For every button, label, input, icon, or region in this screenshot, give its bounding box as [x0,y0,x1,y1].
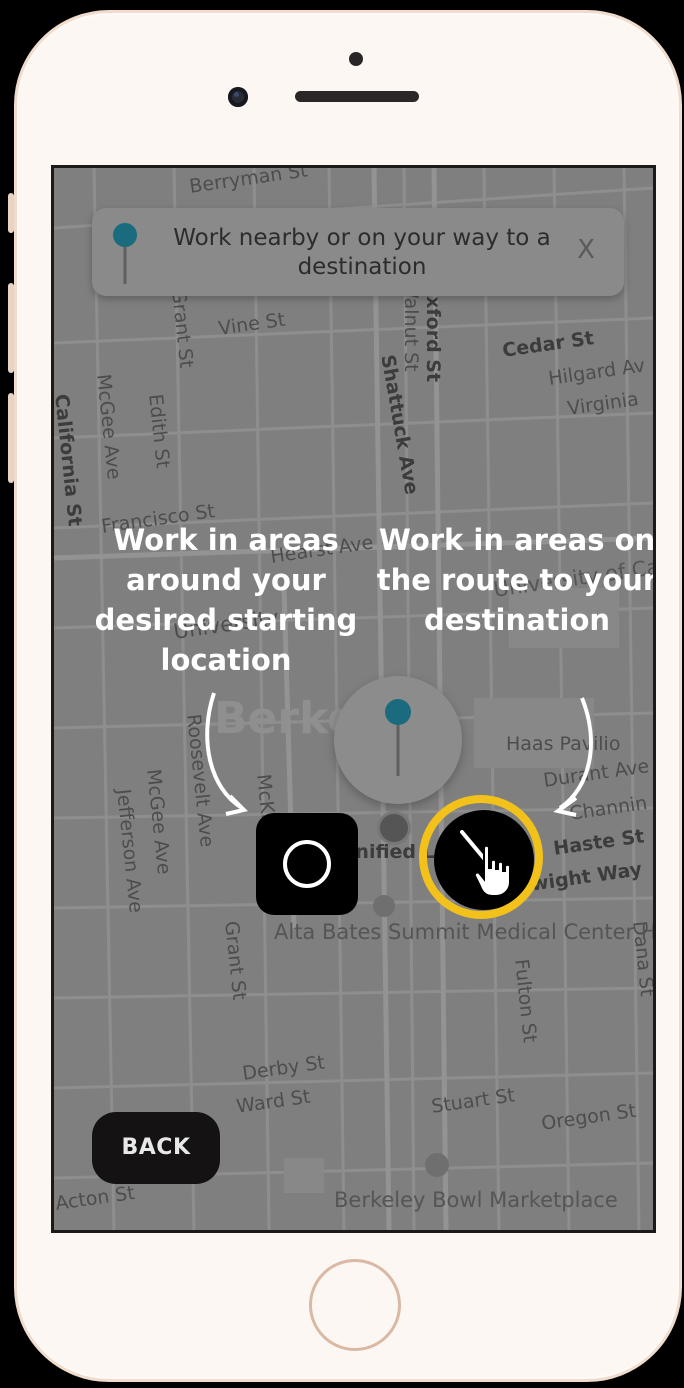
mute-switch [8,193,14,233]
circle-icon [283,840,331,888]
front-camera [228,87,248,107]
banner-message: Work nearby or on your way to a destinat… [173,225,551,280]
location-pin-marker[interactable] [334,676,462,804]
close-icon[interactable]: X [568,232,604,268]
home-button[interactable] [309,1259,401,1351]
map-pin-icon [385,699,411,776]
proximity-sensor [349,52,363,66]
map-pin-icon [113,223,137,284]
curved-arrow-icon [553,697,593,817]
back-button[interactable]: BACK [92,1112,220,1184]
curved-arrow-icon [205,692,248,816]
start-location-mode-button[interactable] [256,813,358,915]
place-label: Berkeley Bowl Marketplace [334,1188,618,1212]
start-location-instruction: Work in areas around your desired starti… [94,523,358,677]
current-location-dot [377,811,411,845]
route-mode-highlight-ring [419,795,543,919]
app-screen: Berryman St Vine St Cedar St Walnut St O… [51,165,656,1233]
route-instruction: Work in areas on the route to your desti… [376,523,656,637]
place-label: Alta Bates Summit Medical Center Herrick… [274,920,653,944]
destination-banner[interactable]: Work nearby or on your way to a destinat… [92,208,624,296]
earpiece-speaker [295,91,419,102]
volume-down-button [8,393,14,483]
volume-up-button [8,283,14,373]
